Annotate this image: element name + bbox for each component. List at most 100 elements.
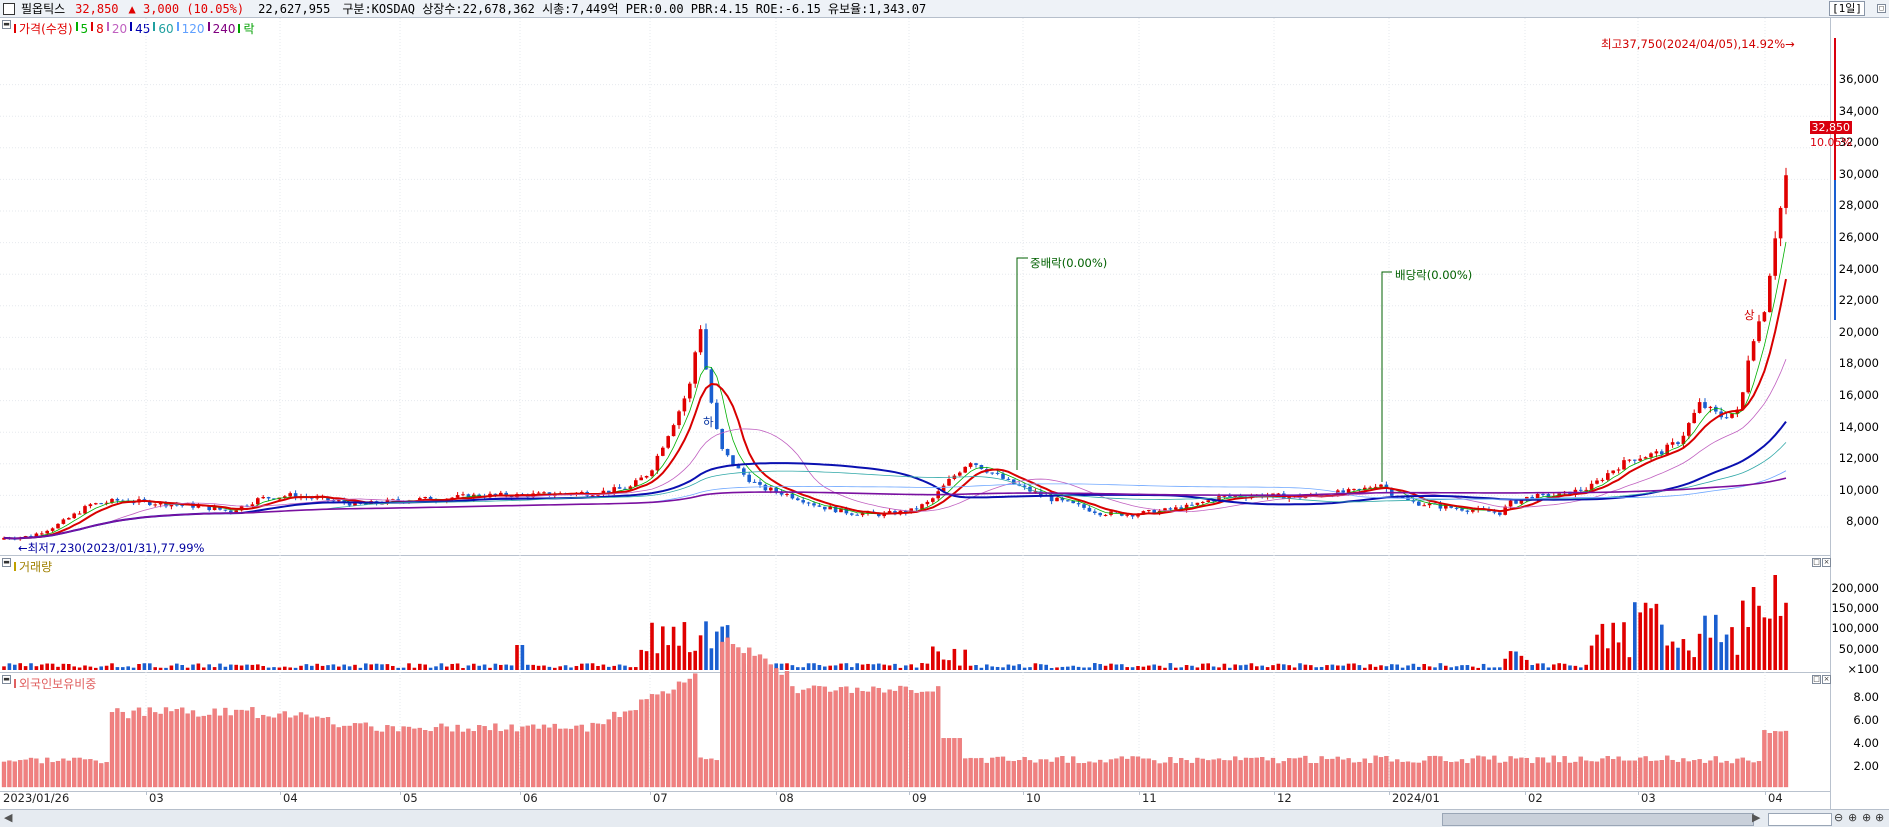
ma-legend-item[interactable]: 120 <box>182 22 205 36</box>
date-tick-label: 12 <box>1277 791 1292 805</box>
trade-volume: 22,627,955 <box>258 1 331 16</box>
price-tick-label: 16,000 <box>1838 388 1879 402</box>
pane-menu-icon[interactable]: ▬ <box>2 558 11 567</box>
candle-body <box>1633 459 1637 461</box>
candle-body <box>148 500 152 506</box>
foreign-ratio-bar <box>666 693 671 788</box>
foreign-pane-menu[interactable]: ▬ <box>2 675 11 684</box>
foreign-ratio-bar <box>1357 761 1362 788</box>
legend-foreign-title[interactable]: 외국인보유비중 <box>19 675 96 692</box>
volume-bar <box>1217 667 1221 670</box>
legend-rak[interactable]: 락 <box>243 20 254 37</box>
volume-bar <box>13 664 17 670</box>
volume-bar <box>1606 648 1610 670</box>
volume-bar <box>202 667 206 670</box>
volume-bar <box>887 665 892 670</box>
zoom-out-icon[interactable]: ⊖ <box>1834 811 1843 824</box>
candle-body <box>850 513 854 515</box>
legend-volume-title[interactable]: 거래량 <box>19 558 52 575</box>
close-icon[interactable]: × <box>1822 675 1831 684</box>
period-selector[interactable]: [1일] <box>1829 1 1865 16</box>
candle-body <box>439 500 444 502</box>
volume-bar <box>1454 666 1459 670</box>
stock-chart[interactable] <box>0 0 1889 826</box>
volume-bar <box>1325 665 1329 670</box>
foreign-ratio-bar <box>790 686 795 788</box>
scroll-left-icon[interactable]: ◀ <box>4 811 12 824</box>
candle-body <box>1730 413 1734 418</box>
ma-legend-item[interactable]: 240 <box>213 22 236 36</box>
volume-tick-label: 200,000 <box>1831 581 1879 595</box>
candle-body <box>482 496 487 498</box>
candle-body <box>94 503 98 505</box>
maximize-icon[interactable]: □ <box>1812 675 1821 684</box>
ma-legend-item[interactable]: 60 <box>158 22 173 36</box>
candle-body <box>1357 488 1362 490</box>
foreign-ratio-bar <box>174 709 179 788</box>
volume-bar <box>914 667 919 670</box>
foreign-ratio-bar <box>1686 761 1691 788</box>
zoom-in-icon[interactable]: ⊕ <box>1848 811 1857 824</box>
volume-bar <box>374 663 379 670</box>
volume-bar <box>477 665 481 670</box>
volume-bar <box>191 664 195 670</box>
close-icon[interactable]: × <box>1822 558 1831 567</box>
volume-bar <box>1292 667 1297 670</box>
volume-bar <box>1190 665 1194 670</box>
foreign-ratio-bar <box>687 678 692 788</box>
candle-body <box>553 494 557 496</box>
candle-body <box>1622 460 1626 470</box>
chart-scrollbar[interactable]: ◀ ▶ ⊖ ⊕ ⊕ ⊕ <box>0 809 1889 827</box>
foreign-ratio-bar <box>72 757 77 788</box>
pane-menu-icon[interactable]: ▬ <box>2 675 11 684</box>
foreign-ratio-bar <box>1270 757 1276 788</box>
foreign-ratio-bar <box>1746 760 1751 788</box>
foreign-ratio-bar <box>1702 762 1708 788</box>
candle-body <box>1390 488 1394 496</box>
zoom-fit-icon[interactable]: ⊕ <box>1875 811 1884 824</box>
foreign-ratio-bar <box>1427 756 1432 788</box>
foreign-ratio-bar <box>1276 763 1281 788</box>
maximize-icon[interactable]: □ <box>1812 558 1821 567</box>
candle-body <box>709 369 714 403</box>
candle-body <box>569 493 573 495</box>
volume-bar <box>450 663 454 670</box>
scroll-thumb[interactable] <box>1442 813 1754 826</box>
volume-pane-menu[interactable]: ▬ <box>2 558 11 567</box>
ma-legend-item[interactable]: 8 <box>96 22 104 36</box>
candle-body <box>412 500 417 502</box>
volume-bar <box>839 663 843 670</box>
zoom-reset-icon[interactable]: ⊕ <box>1862 811 1871 824</box>
candle-body <box>698 329 703 353</box>
zoom-slider[interactable] <box>1768 813 1832 826</box>
select-checkbox[interactable] <box>3 2 15 15</box>
foreign-ratio-bar <box>1751 762 1756 788</box>
candle-body <box>126 500 130 503</box>
scroll-right-icon[interactable]: ▶ <box>1752 811 1760 824</box>
foreign-ratio-bar <box>838 687 844 788</box>
restore-icon[interactable]: □ <box>1877 4 1886 13</box>
foreign-ratio-bar <box>1567 762 1573 788</box>
candle-body <box>1152 510 1156 514</box>
price-pane-menu[interactable]: ▬ <box>2 20 11 29</box>
legend-price-title[interactable]: 가격(수정) <box>19 20 73 37</box>
candle-body <box>1255 494 1259 497</box>
foreign-ratio-bar <box>525 725 530 788</box>
volume-bar <box>137 663 141 670</box>
pane-menu-icon[interactable]: ▬ <box>2 20 11 29</box>
ma-legend-item[interactable]: 5 <box>81 22 89 36</box>
ma-legend-item[interactable]: 45 <box>135 22 150 36</box>
foreign-ratio-bar <box>325 717 331 788</box>
volume-bar <box>153 667 157 670</box>
foreign-ratio-bar <box>1432 755 1438 788</box>
foreign-ratio-bar <box>1438 756 1443 788</box>
candle-body <box>99 503 103 505</box>
ma-legend-list: 5 8 20 45 60 120 240 <box>75 21 236 36</box>
candle-body <box>963 466 967 473</box>
foreign-ratio-bar <box>1152 760 1157 788</box>
volume-bar <box>536 665 541 670</box>
foreign-ratio-bar <box>865 691 871 788</box>
candle-body <box>914 508 919 510</box>
ma-legend-item[interactable]: 20 <box>112 22 127 36</box>
candle-body <box>817 505 822 507</box>
